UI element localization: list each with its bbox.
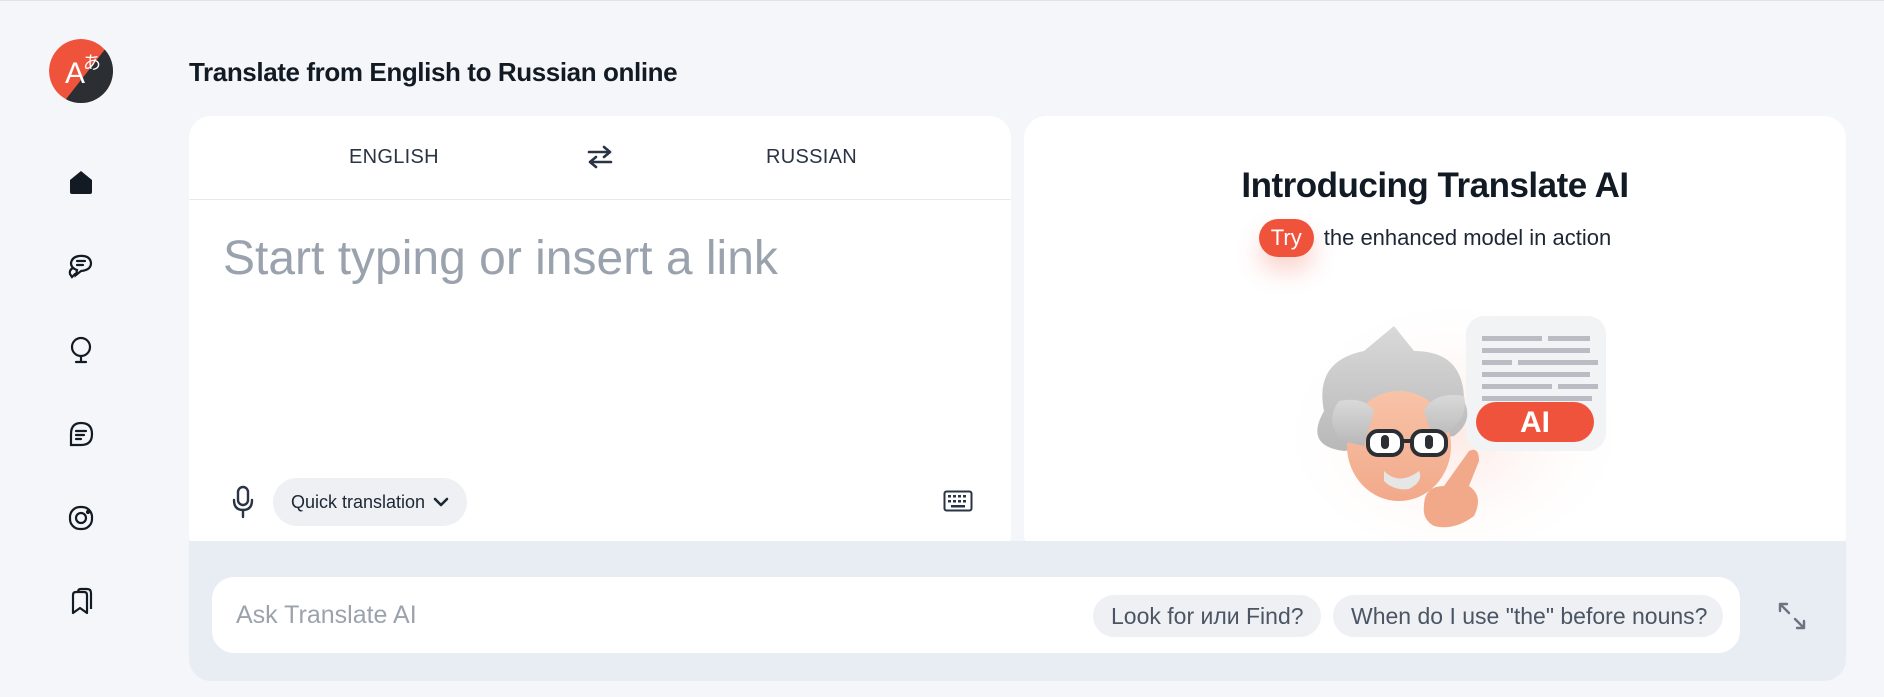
chat-bubbles-icon	[68, 254, 93, 279]
translator-panel: ENGLISH RUSSIAN Quick translation	[189, 116, 1011, 556]
sidebar-item-ideas[interactable]	[62, 331, 100, 369]
mascot-illustration: AI	[1289, 291, 1614, 551]
promo-subtitle: Try the enhanced model in action	[1024, 219, 1846, 257]
suggestion-chip[interactable]: When do I use "the" before nouns?	[1333, 595, 1723, 637]
translate-ai-promo-card[interactable]: Introducing Translate AI Try the enhance…	[1024, 116, 1846, 556]
expand-button[interactable]	[1774, 598, 1810, 634]
quick-translation-dropdown[interactable]: Quick translation	[273, 478, 467, 526]
chevron-down-icon	[433, 497, 449, 507]
camera-icon	[68, 505, 94, 531]
source-language-button[interactable]: ENGLISH	[349, 146, 439, 169]
microphone-icon	[232, 485, 254, 519]
svg-text:あ: あ	[83, 53, 101, 74]
language-bar: ENGLISH RUSSIAN	[189, 116, 1011, 200]
lightbulb-icon	[70, 336, 92, 364]
source-text-input[interactable]	[223, 231, 963, 461]
ask-ai-input[interactable]	[236, 593, 1036, 637]
swap-arrows-icon	[587, 145, 613, 169]
translate-logo-icon[interactable]: A あ	[49, 39, 113, 103]
sidebar-item-bookmarks[interactable]	[62, 583, 100, 621]
home-icon	[70, 171, 92, 194]
svg-text:A: A	[65, 57, 85, 90]
sidebar-item-chat[interactable]	[62, 247, 100, 285]
ask-ai-box: Look for или Find? When do I use "the" b…	[212, 577, 1740, 653]
promo-subtitle-text: the enhanced model in action	[1323, 225, 1612, 250]
suggestion-chip[interactable]: Look for или Find?	[1093, 595, 1321, 637]
sidebar-item-documents[interactable]	[62, 415, 100, 453]
keyboard-icon	[943, 490, 973, 512]
virtual-keyboard-button[interactable]	[941, 486, 975, 516]
try-badge[interactable]: Try	[1258, 219, 1314, 257]
ai-badge-text: AI	[1520, 406, 1550, 439]
sidebar-item-camera[interactable]	[62, 499, 100, 537]
sidebar-item-home[interactable]	[62, 163, 100, 201]
expand-icon	[1778, 602, 1806, 630]
document-text-icon	[69, 421, 94, 447]
target-language-button[interactable]: RUSSIAN	[766, 146, 857, 169]
page-title: Translate from English to Russian online	[189, 57, 678, 87]
microphone-button[interactable]	[227, 482, 259, 522]
promo-title: Introducing Translate AI	[1241, 166, 1629, 205]
sidebar: A あ	[0, 1, 160, 697]
quick-translation-label: Quick translation	[290, 491, 426, 512]
swap-languages-button[interactable]	[585, 142, 615, 172]
bookmarks-icon	[71, 587, 93, 615]
